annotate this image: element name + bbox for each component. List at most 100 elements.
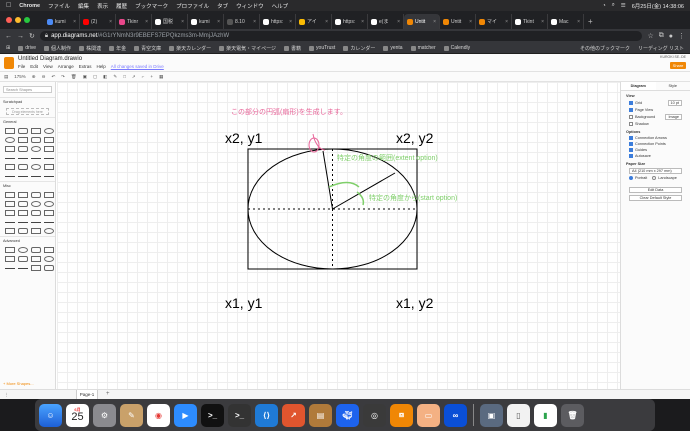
browser-tab[interactable]: Mac ×: [548, 14, 584, 29]
menu-extras[interactable]: Extras: [79, 64, 92, 69]
to-back-icon[interactable]: ▢: [93, 74, 97, 80]
shape-thumbnail[interactable]: [18, 128, 28, 134]
stocks-icon[interactable]: ↗: [282, 403, 305, 427]
grid-size-input[interactable]: 10 pt: [667, 100, 682, 106]
shape-thumbnail[interactable]: [5, 247, 15, 253]
chrome-menu-icon[interactable]: ⋮: [678, 32, 685, 40]
portrait-radio[interactable]: [629, 176, 633, 180]
insert-icon[interactable]: +: [150, 74, 153, 79]
browser-tab[interactable]: マイ ×: [476, 14, 512, 29]
guides-checkbox[interactable]: [629, 148, 633, 152]
grid-option[interactable]: Grid 10 pt: [621, 99, 690, 107]
shape-thumbnail[interactable]: [18, 176, 28, 179]
shape-thumbnail[interactable]: [18, 146, 28, 152]
search-icon[interactable]: ⌕: [612, 2, 615, 9]
background-option[interactable]: Background Image: [621, 113, 690, 121]
terminal-icon[interactable]: >_: [201, 403, 224, 427]
bookmark-item[interactable]: 個人制作: [44, 45, 71, 52]
bookmark-item[interactable]: matcher: [410, 45, 436, 52]
script-editor-icon[interactable]: ✎: [120, 403, 143, 427]
bookmark-star-icon[interactable]: ☆: [647, 32, 653, 40]
menu-window[interactable]: ウィンドウ: [236, 2, 264, 10]
profile-icon[interactable]: ●: [669, 33, 673, 40]
zoom-icon[interactable]: ▶: [174, 403, 197, 427]
shape-thumbnail[interactable]: [44, 192, 54, 198]
shape-thumbnail[interactable]: [5, 256, 15, 262]
drawio-dock-icon[interactable]: ⧈: [390, 403, 413, 427]
edit-data-button[interactable]: Edit Data: [629, 187, 682, 193]
shape-thumbnail[interactable]: [18, 268, 28, 271]
shape-thumbnail[interactable]: [18, 201, 28, 207]
tab-close-icon[interactable]: ×: [577, 19, 580, 25]
add-page-icon[interactable]: +: [106, 390, 110, 399]
shape-thumbnail[interactable]: [44, 210, 54, 216]
screenshot-icon[interactable]: ▣: [480, 403, 503, 427]
share-button[interactable]: Share: [670, 62, 686, 69]
system-preferences-icon[interactable]: ⚙: [93, 403, 116, 427]
address-bar[interactable]: 🔒︎ app.diagrams.net/#G1rYNmN3r9EBEFS7EPQ…: [39, 31, 643, 41]
bookmark-item[interactable]: カレンダー: [343, 45, 375, 52]
shape-thumbnail[interactable]: [31, 146, 41, 152]
shadow-checkbox[interactable]: [629, 122, 633, 126]
shape-thumbnail[interactable]: [18, 228, 28, 234]
tab-close-icon[interactable]: ×: [397, 19, 400, 25]
bookmark-item[interactable]: 年金: [109, 45, 126, 52]
shape-thumbnail[interactable]: [44, 158, 54, 161]
image-button[interactable]: Image: [665, 114, 682, 120]
browser-tab[interactable]: (2) ×: [80, 14, 116, 29]
browser-tab[interactable]: アイ ×: [296, 14, 332, 29]
browser-tab[interactable]: 国税 ×: [152, 14, 188, 29]
infinity-app-icon[interactable]: ∞: [444, 403, 467, 427]
zoom-in-icon[interactable]: ⊕: [32, 74, 36, 80]
browser-tab[interactable]: Tkinr ×: [116, 14, 152, 29]
shape-thumbnail[interactable]: [31, 256, 41, 262]
shape-thumbnail[interactable]: [5, 158, 15, 161]
menu-help[interactable]: Help: [97, 64, 106, 69]
control-center-icon[interactable]: ☰: [621, 3, 626, 9]
shape-thumbnail[interactable]: [5, 228, 15, 234]
bookmark-item[interactable]: 青空文庫: [134, 45, 161, 52]
shape-thumbnail[interactable]: [5, 222, 15, 225]
menu-help[interactable]: ヘルプ: [272, 2, 289, 10]
zoom-out-icon[interactable]: ⊖: [42, 74, 46, 80]
notes-icon[interactable]: ▭: [417, 403, 440, 427]
numbers-icon[interactable]: ▮: [534, 403, 557, 427]
shape-thumbnail[interactable]: [31, 210, 41, 216]
undo-icon[interactable]: ↶: [51, 74, 55, 80]
shape-thumbnail[interactable]: [5, 268, 15, 271]
shape-thumbnail[interactable]: [18, 164, 28, 170]
shape-thumbnail[interactable]: [5, 176, 15, 179]
tab-close-icon[interactable]: ×: [217, 19, 220, 25]
shape-thumbnail[interactable]: [31, 265, 41, 271]
tab-close-icon[interactable]: ×: [541, 19, 544, 25]
shadow-icon[interactable]: □: [123, 74, 126, 79]
tab-diagram[interactable]: Diagram: [621, 82, 656, 90]
to-front-icon[interactable]: ▣: [83, 74, 87, 80]
bookmark-item[interactable]: youTrust: [309, 45, 335, 52]
shape-thumbnail[interactable]: [44, 146, 54, 152]
tab-close-icon[interactable]: ×: [109, 19, 112, 25]
shape-thumbnail[interactable]: [18, 137, 28, 143]
close-window-button[interactable]: [6, 17, 12, 23]
bookmark-item[interactable]: Calendly: [443, 45, 470, 52]
drawio-logo-icon[interactable]: [4, 57, 14, 69]
redo-icon[interactable]: ↷: [61, 74, 65, 80]
bookmark-item[interactable]: 書籍: [284, 45, 301, 52]
shape-thumbnail[interactable]: [44, 164, 54, 170]
menu-view[interactable]: View: [43, 64, 53, 69]
zoom-window-button[interactable]: [24, 17, 30, 23]
shape-thumbnail[interactable]: [18, 222, 28, 225]
menu-bookmarks[interactable]: ブックマーク: [135, 2, 168, 10]
shape-thumbnail[interactable]: [18, 210, 28, 216]
shape-thumbnail[interactable]: [44, 201, 54, 207]
shape-thumbnail[interactable]: [5, 192, 15, 198]
shape-thumbnail[interactable]: [31, 222, 41, 225]
menu-arrange[interactable]: Arrange: [58, 64, 74, 69]
tab-style[interactable]: Style: [656, 82, 690, 90]
shape-thumbnail[interactable]: [31, 128, 41, 134]
general-header[interactable]: General: [0, 117, 55, 126]
shape-thumbnail[interactable]: [44, 265, 54, 271]
menu-profile[interactable]: プロファイル: [176, 2, 209, 10]
shape-thumbnail[interactable]: [5, 201, 15, 207]
tab-close-icon[interactable]: ×: [73, 19, 76, 25]
